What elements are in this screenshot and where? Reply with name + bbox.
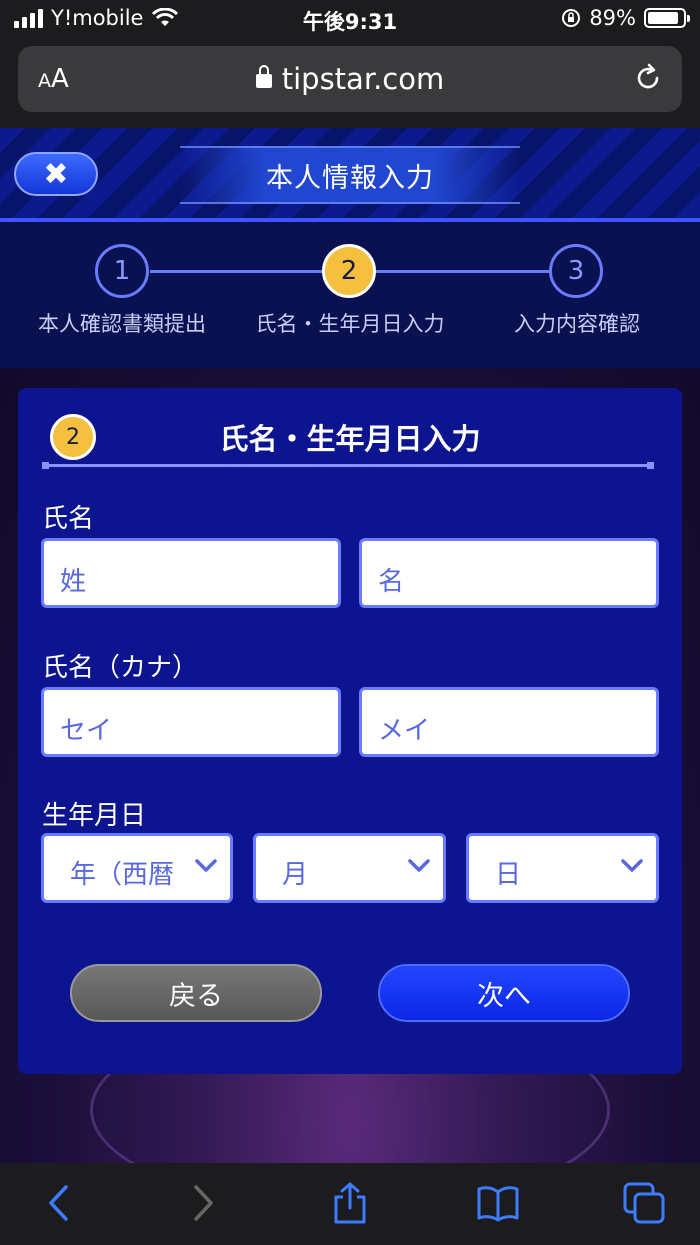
chevron-down-icon <box>620 858 644 874</box>
last-name-input[interactable]: 姓 <box>41 538 341 608</box>
battery-percent: 89% <box>589 6 636 30</box>
reload-icon[interactable] <box>632 62 664 94</box>
page-title: 本人情報入力 <box>266 162 434 194</box>
chevron-down-icon <box>407 858 431 874</box>
tabs-button[interactable] <box>622 1181 666 1225</box>
step-1-label: 本人確認書類提出 <box>38 312 206 336</box>
birth-month-value: 月 <box>282 860 309 890</box>
first-kana-placeholder: メイ <box>378 716 431 746</box>
browser-top-bar: AA tipstar.com <box>0 38 700 128</box>
last-name-placeholder: 姓 <box>60 567 87 597</box>
last-kana-input[interactable]: セイ <box>41 687 341 757</box>
book-icon <box>477 1186 519 1222</box>
chevron-right-icon <box>194 1185 213 1221</box>
orientation-lock-icon <box>562 9 581 27</box>
section-divider <box>42 462 654 469</box>
close-icon: ✖ <box>43 156 69 192</box>
chevron-down-icon <box>194 858 218 874</box>
status-bar: Y!mobile 午後9:31 89% <box>0 0 700 38</box>
form-panel: 2 氏名・生年月日入力 氏名 姓 名 氏名（カナ） セイ メイ 生年月日 年（西… <box>18 388 682 1074</box>
url-text: tipstar.com <box>281 62 445 96</box>
step-indicator: 1 2 3 本人確認書類提出 氏名・生年月日入力 入力内容確認 <box>0 222 700 368</box>
step-3-label: 入力内容確認 <box>514 312 640 336</box>
last-kana-placeholder: セイ <box>60 716 113 746</box>
birth-day-value: 日 <box>495 860 522 890</box>
url-display[interactable]: tipstar.com <box>18 62 682 96</box>
kana-label: 氏名（カナ） <box>42 653 199 683</box>
battery-icon <box>644 8 690 28</box>
first-kana-input[interactable]: メイ <box>359 687 659 757</box>
birth-month-select[interactable]: 月 <box>253 833 446 903</box>
birth-year-value: 年（西暦 <box>70 860 175 890</box>
lock-icon <box>255 65 272 88</box>
section-title: 氏名・生年月日入力 <box>219 422 481 456</box>
share-button[interactable] <box>328 1181 372 1225</box>
chevron-left-icon <box>49 1185 68 1221</box>
browser-toolbar <box>0 1163 700 1245</box>
birth-day-select[interactable]: 日 <box>466 833 659 903</box>
step-connector <box>150 270 324 273</box>
step-connector <box>376 270 550 273</box>
first-name-placeholder: 名 <box>378 567 405 597</box>
forward-nav-button[interactable] <box>182 1181 226 1225</box>
tabs-icon <box>623 1182 665 1224</box>
back-button[interactable]: 戻る <box>70 964 322 1022</box>
page-header: ✖ 本人情報入力 <box>0 128 700 222</box>
close-button[interactable]: ✖ <box>14 152 98 196</box>
first-name-input[interactable]: 名 <box>359 538 659 608</box>
share-icon <box>334 1182 366 1224</box>
birth-year-select[interactable]: 年（西暦 <box>41 833 233 903</box>
step-2-label: 氏名・生年月日入力 <box>255 312 445 336</box>
step-2-circle: 2 <box>322 244 376 298</box>
back-nav-button[interactable] <box>36 1181 80 1225</box>
header-title-plate: 本人情報入力 <box>180 146 520 204</box>
step-3-circle: 3 <box>549 244 603 298</box>
address-bar[interactable]: AA tipstar.com <box>18 46 682 112</box>
birthdate-label: 生年月日 <box>42 801 147 831</box>
bookmarks-button[interactable] <box>476 1181 520 1225</box>
name-label: 氏名 <box>42 504 95 534</box>
step-1-circle: 1 <box>95 244 149 298</box>
next-button[interactable]: 次へ <box>378 964 630 1022</box>
